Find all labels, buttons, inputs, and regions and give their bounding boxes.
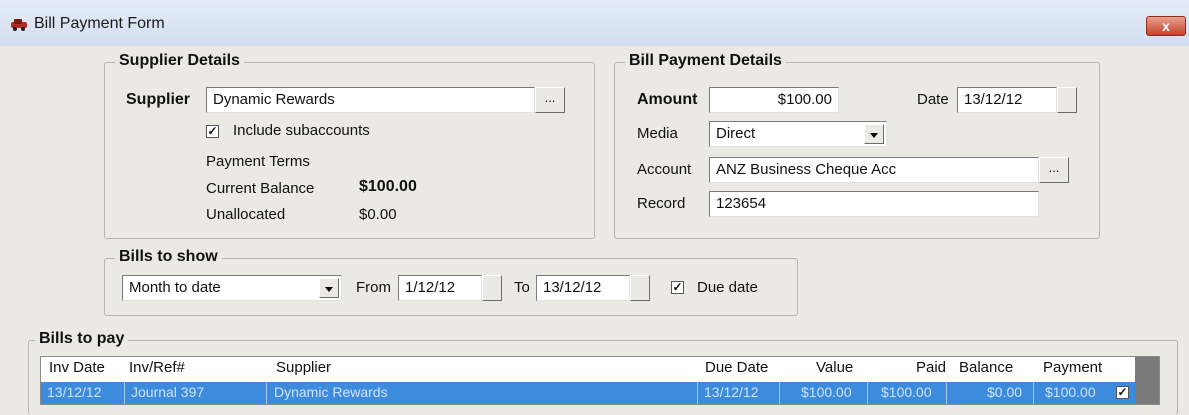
media-select[interactable]: Direct: [709, 121, 887, 147]
bill-payment-details-legend: Bill Payment Details: [625, 52, 786, 70]
date-label: Date: [917, 91, 949, 108]
supplier-details-group: Supplier Details Supplier Dynamic Reward…: [104, 52, 595, 239]
bill-payment-details-group: Bill Payment Details Amount $100.00 Date…: [614, 52, 1100, 239]
column-header[interactable]: Inv Date: [49, 359, 105, 376]
table-row[interactable]: 13/12/12 Journal 397 Dynamic Rewards 13/…: [41, 382, 1137, 404]
media-select-value: Direct: [716, 125, 756, 142]
column-header[interactable]: Due Date: [705, 359, 768, 376]
account-field[interactable]: ANZ Business Cheque Acc: [709, 157, 1039, 183]
bills-to-pay-legend: Bills to pay: [35, 330, 129, 348]
app-car-icon: [11, 19, 27, 31]
column-divider: [779, 382, 780, 404]
include-subaccounts-label: Include subaccounts: [233, 122, 370, 139]
cell-due-date: 13/12/12: [704, 384, 759, 400]
unallocated-label: Unallocated: [206, 206, 286, 223]
include-subaccounts-checkbox[interactable]: ✓: [206, 125, 219, 138]
column-header[interactable]: Supplier: [276, 359, 331, 376]
due-date-label: Due date: [697, 279, 758, 296]
media-label: Media: [637, 125, 678, 142]
column-header[interactable]: Balance: [959, 359, 1013, 376]
from-label: From: [356, 279, 391, 296]
record-label: Record: [637, 195, 686, 212]
column-divider: [266, 382, 267, 404]
supplier-details-legend: Supplier Details: [115, 52, 244, 70]
amount-label: Amount: [637, 91, 698, 108]
column-divider: [124, 382, 125, 404]
column-divider: [697, 382, 698, 404]
bills-period-select[interactable]: Month to date: [122, 275, 342, 301]
amount-field[interactable]: $100.00: [709, 87, 839, 113]
close-button[interactable]: x: [1146, 16, 1186, 36]
current-balance-value: $100.00: [359, 178, 417, 195]
due-date-checkbox[interactable]: ✓: [671, 281, 684, 294]
record-field[interactable]: 123654: [709, 191, 1039, 217]
current-balance-label: Current Balance: [206, 180, 315, 197]
account-browse-button[interactable]: ...: [1039, 157, 1069, 183]
bills-to-show-legend: Bills to show: [115, 248, 222, 266]
column-header[interactable]: Payment: [1043, 359, 1102, 376]
row-pay-checkbox[interactable]: ✓: [1116, 386, 1129, 399]
payment-date-picker-button[interactable]: [1057, 87, 1077, 113]
supplier-browse-button[interactable]: ...: [535, 87, 565, 113]
cell-supplier: Dynamic Rewards: [274, 384, 388, 400]
bills-grid: Inv Date Inv/Ref# Supplier Due Date Valu…: [40, 356, 1160, 405]
column-divider: [946, 382, 947, 404]
chevron-down-icon[interactable]: [319, 278, 339, 298]
column-header[interactable]: Value: [816, 359, 853, 376]
supplier-label: Supplier: [126, 91, 191, 108]
cell-value: $100.00: [801, 384, 852, 400]
to-date-field[interactable]: 13/12/12: [536, 275, 630, 301]
column-header[interactable]: Paid: [916, 359, 946, 376]
column-header[interactable]: Inv/Ref#: [129, 359, 185, 376]
payment-terms-label: Payment Terms: [206, 153, 310, 170]
cell-inv-date: 13/12/12: [47, 384, 102, 400]
account-label: Account: [637, 161, 692, 178]
vertical-scrollbar[interactable]: [1135, 357, 1159, 404]
column-divider: [867, 382, 868, 404]
close-icon: x: [1162, 18, 1170, 34]
bills-to-show-group: Bills to show Month to date From 1/12/12…: [104, 248, 798, 316]
unallocated-value: $0.00: [359, 206, 397, 223]
cell-payment: $100.00: [1045, 384, 1096, 400]
supplier-field[interactable]: Dynamic Rewards: [206, 87, 535, 113]
to-date-picker-button[interactable]: [630, 275, 650, 301]
column-divider: [1033, 382, 1034, 404]
title-bar: Bill Payment Form x: [0, 0, 1189, 47]
cell-paid: $100.00: [881, 384, 932, 400]
chevron-down-icon[interactable]: [864, 124, 884, 144]
cell-inv-ref: Journal 397: [131, 384, 205, 400]
cell-balance: $0.00: [987, 384, 1023, 400]
window-title: Bill Payment Form: [34, 15, 165, 32]
from-date-picker-button[interactable]: [482, 275, 502, 301]
to-label: To: [514, 279, 530, 296]
from-date-field[interactable]: 1/12/12: [398, 275, 482, 301]
bills-period-value: Month to date: [129, 279, 221, 296]
payment-date-field[interactable]: 13/12/12: [957, 87, 1057, 113]
